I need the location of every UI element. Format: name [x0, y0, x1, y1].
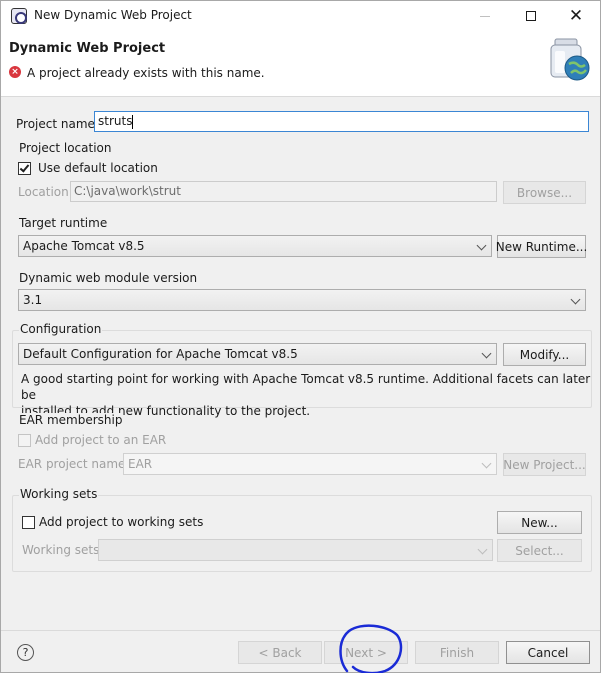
working-sets-title: Working sets — [19, 487, 99, 501]
chevron-down-icon — [570, 294, 581, 305]
next-label: Next > — [345, 645, 387, 660]
working-sets-label: Working sets: — [22, 543, 104, 557]
checkmark-icon — [19, 162, 30, 173]
ear-project-name-label: EAR project name: — [18, 457, 130, 471]
close-icon: ✕ — [568, 6, 584, 26]
location-input[interactable]: C:\java\work\strut — [70, 181, 497, 202]
use-default-location-checkbox[interactable] — [18, 162, 31, 175]
configuration-title: Configuration — [19, 322, 103, 336]
new-working-set-label: New... — [521, 515, 558, 530]
module-version-title: Dynamic web module version — [18, 271, 199, 285]
back-label: < Back — [258, 645, 302, 660]
use-default-location-label: Use default location — [38, 161, 158, 175]
back-button[interactable]: < Back — [238, 641, 322, 664]
error-message: A project already exists with this name. — [27, 66, 265, 80]
finish-label: Finish — [439, 645, 475, 660]
add-to-ear-checkbox[interactable] — [18, 434, 31, 447]
browse-button[interactable]: Browse... — [503, 181, 586, 204]
target-runtime-title: Target runtime — [18, 216, 109, 230]
configuration-description: A good starting point for working with A… — [21, 371, 600, 419]
select-working-sets-button[interactable]: Select... — [497, 539, 582, 562]
new-runtime-button[interactable]: New Runtime... — [495, 235, 588, 258]
chevron-down-icon — [477, 544, 488, 555]
target-runtime-value: Apache Tomcat v8.5 — [23, 239, 145, 253]
project-name-label: Project name: — [16, 117, 99, 131]
close-button[interactable]: ✕ — [553, 1, 599, 31]
project-name-input[interactable]: struts — [94, 111, 589, 132]
ear-project-name-select[interactable]: EAR — [123, 453, 497, 475]
add-to-working-sets-checkbox[interactable] — [22, 516, 35, 529]
minimize-icon — [480, 15, 490, 17]
modify-label: Modify... — [519, 347, 570, 362]
browse-button-label: Browse... — [516, 185, 573, 200]
new-runtime-label: New Runtime... — [495, 239, 588, 254]
chevron-down-icon — [476, 240, 487, 251]
web-project-wizard-icon — [550, 38, 590, 81]
eclipse-app-icon — [11, 8, 27, 24]
add-to-ear-label: Add project to an EAR — [35, 433, 167, 447]
project-name-value: struts — [98, 114, 133, 128]
ear-membership-title: EAR membership — [18, 413, 124, 427]
new-working-set-button[interactable]: New... — [497, 511, 582, 534]
location-value: C:\java\work\strut — [74, 184, 181, 198]
cancel-label: Cancel — [527, 645, 569, 660]
error-icon: × — [9, 66, 21, 78]
chevron-down-icon — [481, 348, 492, 359]
help-icon[interactable]: ? — [17, 644, 34, 661]
location-label: Location: — [18, 185, 73, 199]
minimize-button[interactable] — [462, 1, 508, 31]
footer-separator — [1, 630, 600, 631]
configuration-value: Default Configuration for Apache Tomcat … — [23, 347, 298, 361]
ear-project-name-value: EAR — [128, 457, 153, 471]
finish-button[interactable]: Finish — [415, 641, 499, 664]
module-version-select[interactable]: 3.1 — [18, 289, 586, 311]
text-caret — [132, 114, 134, 129]
new-project-dialog: New Dynamic Web Project ✕ Dynamic Web Pr… — [0, 0, 601, 673]
wizard-banner: Dynamic Web Project × A project already … — [1, 31, 600, 97]
project-location-title: Project location — [18, 141, 113, 155]
configuration-select[interactable]: Default Configuration for Apache Tomcat … — [18, 343, 497, 365]
wizard-page-title: Dynamic Web Project — [9, 41, 166, 56]
module-version-value: 3.1 — [23, 293, 43, 307]
chevron-down-icon — [481, 458, 492, 469]
select-working-sets-label: Select... — [515, 543, 564, 558]
window-title: New Dynamic Web Project — [34, 8, 192, 22]
add-to-working-sets-label: Add project to working sets — [39, 515, 204, 529]
title-bar: New Dynamic Web Project ✕ — [1, 1, 600, 31]
cancel-button[interactable]: Cancel — [506, 641, 590, 664]
maximize-icon — [526, 11, 536, 21]
new-ear-project-button[interactable]: New Project... — [503, 453, 586, 476]
target-runtime-select[interactable]: Apache Tomcat v8.5 — [18, 235, 492, 257]
working-sets-select[interactable] — [98, 539, 493, 561]
configuration-description-line1: A good starting point for working with A… — [21, 372, 591, 402]
maximize-button[interactable] — [508, 1, 554, 31]
modify-button[interactable]: Modify... — [503, 343, 586, 366]
next-button[interactable]: Next > — [324, 641, 408, 664]
new-ear-project-label: New Project... — [503, 457, 586, 472]
